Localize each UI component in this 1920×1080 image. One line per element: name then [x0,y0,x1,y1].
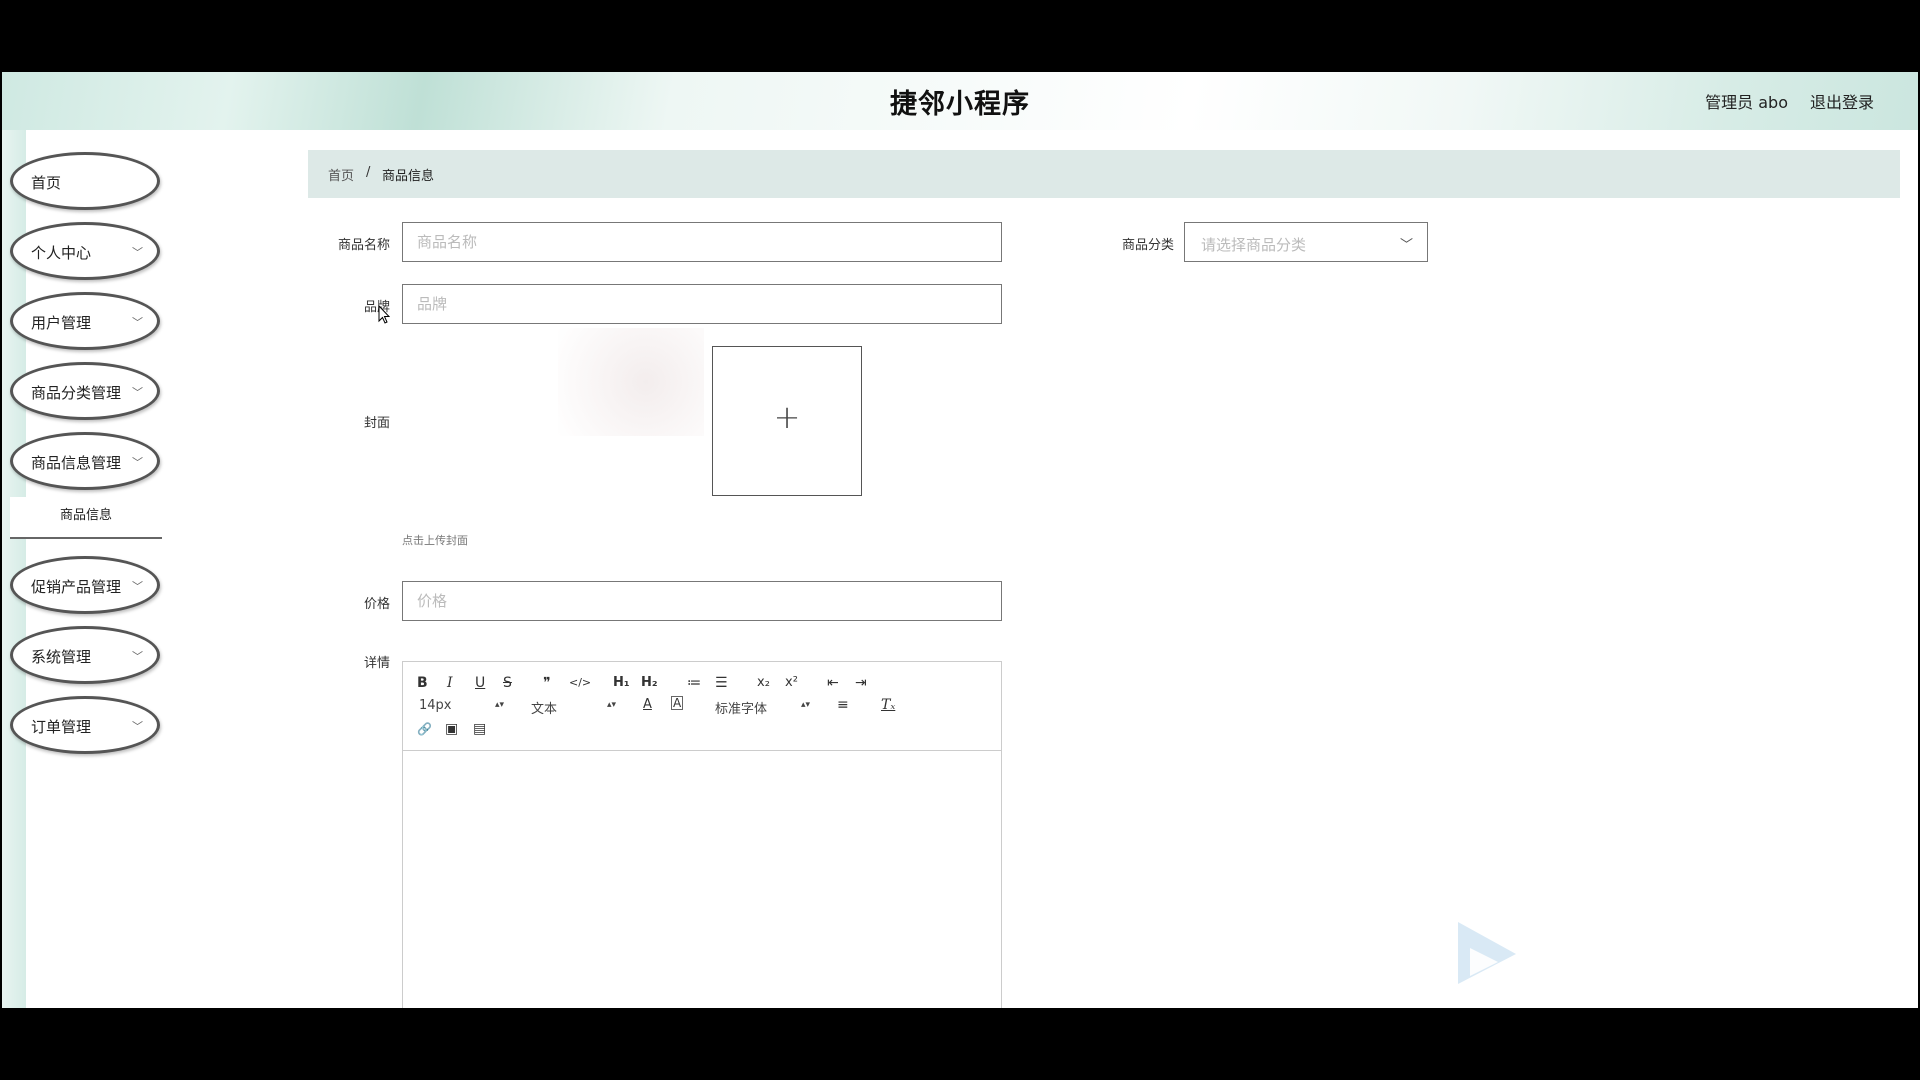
rich-text-editor: B I U S ❞ </> H₁ H₂ ≔ ☰ x₂ x² ⇤ ⇥ 14px ▴… [402,661,1002,1008]
ordered-list-button[interactable]: ≔ [687,674,701,692]
chevron-down-icon: ﹀ [1399,238,1413,253]
chevron-down-icon: ﹀ [132,456,143,469]
breadcrumb-separator: / [366,165,371,180]
brand-input[interactable] [402,284,1002,324]
product-category-select[interactable]: 请选择商品分类 ﹀ [1184,222,1428,262]
align-button[interactable]: ≡ [837,696,849,714]
h2-button[interactable]: H₂ [641,674,658,692]
chevron-down-icon: ﹀ [132,246,143,259]
watermark-logo-icon [1458,922,1516,984]
chevron-down-icon: ﹀ [132,386,143,399]
sidebar-item-label: 系统管理 [31,648,92,666]
chevron-down-icon: ﹀ [132,580,143,593]
select-arrow-icon: ▴▾ [495,700,505,710]
product-name-input[interactable] [402,222,1002,262]
product-name-label: 商品名称 [337,238,390,253]
chevron-down-icon: ﹀ [132,720,143,733]
indent-button[interactable]: ⇥ [855,674,867,692]
sidebar-item-label: 商品信息管理 [31,454,122,472]
sidebar-item-product-management[interactable]: 商品信息管理 ﹀ [10,432,160,490]
sidebar-item-home[interactable]: 首页 [10,152,160,210]
font-family-select[interactable]: 标准字体 [715,698,767,717]
sidebar-item-label: 个人中心 [31,244,92,262]
h1-button[interactable]: H₁ [613,674,630,692]
sidebar-item-label: 促销产品管理 [31,578,122,596]
font-color-button[interactable]: A [643,696,652,714]
select-arrow-icon: ▴▾ [607,700,617,710]
category-placeholder: 请选择商品分类 [1201,236,1307,254]
sidebar-item-promotion-management[interactable]: 促销产品管理 ﹀ [10,556,160,614]
logout-link[interactable]: 退出登录 [1810,89,1874,113]
sidebar-item-label: 订单管理 [31,718,92,736]
submenu-item-product-info[interactable]: 商品信息 [10,497,162,539]
bullet-list-button[interactable]: ☰ [715,674,728,692]
header-select[interactable]: 文本 [531,698,557,717]
breadcrumb-current: 商品信息 [382,169,435,184]
sidebar-item-personal-center[interactable]: 个人中心 ﹀ [10,222,160,280]
admin-user-label: 管理员 abo [1705,93,1788,112]
product-category-label: 商品分类 [1121,238,1174,253]
code-button[interactable]: </> [569,674,591,692]
cover-preview-image [558,328,704,436]
background-color-button[interactable]: A [671,696,684,710]
font-size-select[interactable]: 14px [419,698,452,713]
chevron-down-icon: ﹀ [132,650,143,663]
sidebar-item-label: 用户管理 [31,314,92,332]
sidebar-item-system-management[interactable]: 系统管理 ﹀ [10,626,160,684]
cover-label: 封面 [363,416,390,431]
detail-label: 详情 [363,656,390,671]
superscript-button[interactable]: x² [785,674,798,692]
chevron-down-icon: ﹀ [132,316,143,329]
image-icon[interactable]: ▣ [445,720,458,738]
cover-upload-button[interactable]: + [712,346,862,496]
sidebar-item-label: 首页 [31,174,62,192]
sidebar-item-category-management[interactable]: 商品分类管理 ﹀ [10,362,160,420]
subscript-button[interactable]: x₂ [757,674,770,692]
outdent-button[interactable]: ⇤ [827,674,839,692]
video-icon[interactable]: ▤ [473,720,486,738]
cover-upload-hint: 点击上传封面 [402,534,468,547]
underline-button[interactable]: U [475,674,485,692]
strike-button[interactable]: S [503,674,512,692]
header: 捷邻小程序 管理员 abo 退出登录 [2,72,1918,130]
clean-format-button[interactable]: Tₓ [881,696,895,714]
price-input[interactable] [402,581,1002,621]
editor-toolbar: B I U S ❞ </> H₁ H₂ ≔ ☰ x₂ x² ⇤ ⇥ 14px ▴… [403,662,1001,751]
breadcrumb-home[interactable]: 首页 [328,165,354,184]
editor-content-area[interactable] [403,751,1001,1008]
app-window: 捷邻小程序 管理员 abo 退出登录 首页 个人中心 ﹀ 用户管理 ﹀ 商品分类… [2,72,1918,1008]
italic-button[interactable]: I [447,674,453,692]
plus-icon: + [773,398,801,436]
quote-button[interactable]: ❞ [543,674,551,692]
breadcrumb: 首页 / 商品信息 [308,150,1900,198]
select-arrow-icon: ▴▾ [801,700,811,710]
brand-label: 品牌 [363,300,390,315]
sidebar-item-user-management[interactable]: 用户管理 ﹀ [10,292,160,350]
app-title: 捷邻小程序 [890,89,1030,120]
sidebar-item-order-management[interactable]: 订单管理 ﹀ [10,696,160,754]
price-label: 价格 [363,597,390,612]
bold-button[interactable]: B [417,674,428,692]
link-icon[interactable]: 🔗 [417,720,432,738]
sidebar-item-label: 商品分类管理 [31,384,122,402]
mouse-cursor-icon [378,305,390,324]
